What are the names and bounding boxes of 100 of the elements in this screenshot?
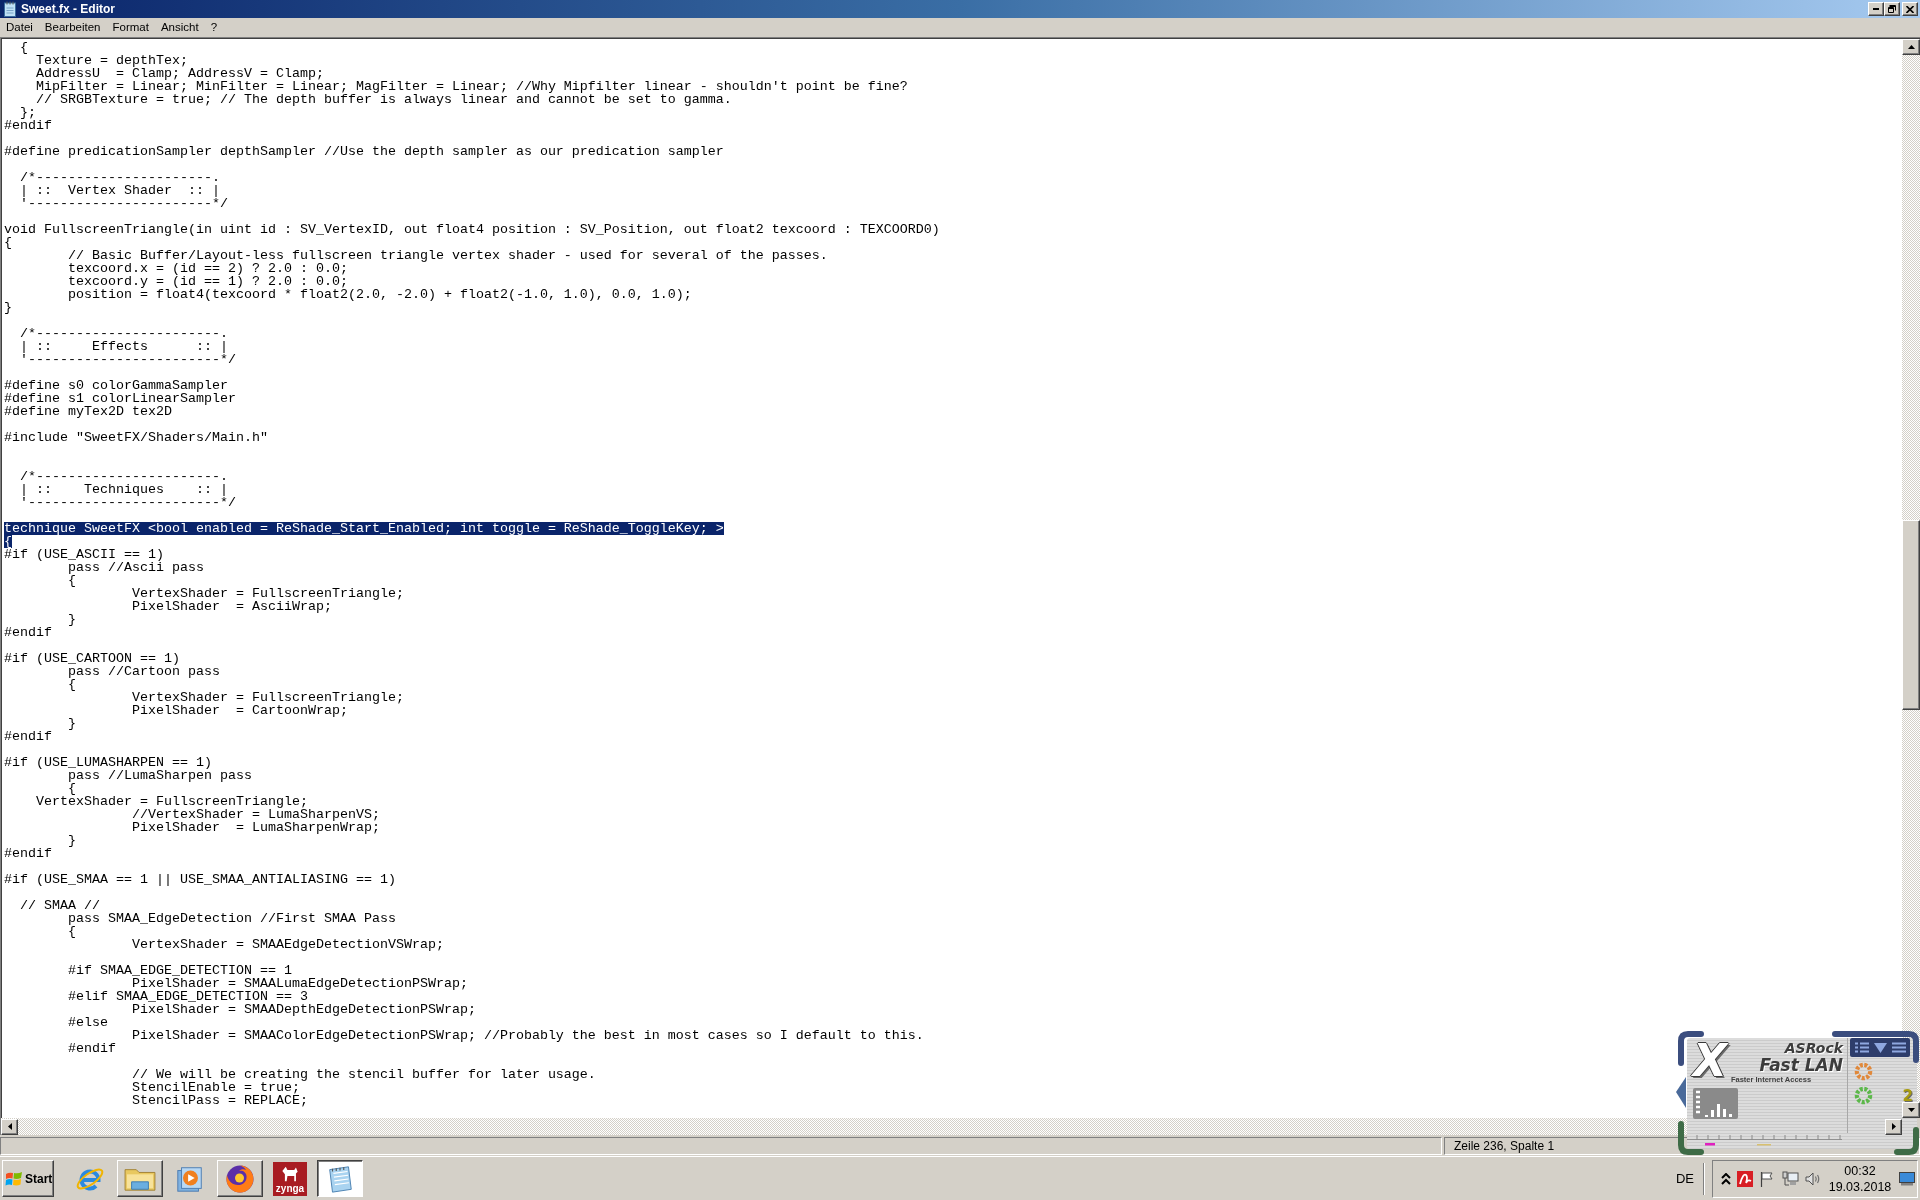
code-line: #if (USE_SMAA == 1 || USE_SMAA_ANTIALIASING == 1) bbox=[4, 873, 396, 886]
code-line: VertexShader = FullscreenTriangle; bbox=[35, 795, 308, 808]
code-line: #endif bbox=[4, 119, 52, 132]
minimize-button[interactable] bbox=[1868, 2, 1884, 16]
connection-count: 2 bbox=[1902, 1087, 1913, 1104]
start-button[interactable]: Start bbox=[2, 1160, 54, 1197]
code-line: PixelShader = SMAADepthEdgeDetectionPSWrap; bbox=[130, 1003, 476, 1016]
product-name: Fast LAN bbox=[1759, 1056, 1843, 1075]
speaker-icon[interactable] bbox=[1805, 1170, 1821, 1187]
scroll-thumb[interactable] bbox=[1902, 520, 1920, 710]
code-line: #define s0 colorGammaSampler bbox=[4, 379, 228, 392]
code-line: AddressU = Clamp; AddressV = Clamp; bbox=[35, 67, 324, 80]
code-line: pass //Cartoon pass bbox=[68, 665, 220, 678]
code-line: } bbox=[67, 717, 76, 730]
restore-icon bbox=[1888, 5, 1896, 13]
code-line: '------------------------*/ bbox=[19, 496, 236, 509]
code-line: #endif bbox=[4, 730, 52, 743]
code-line: { bbox=[67, 574, 76, 587]
code-line: // SRGBTexture = true; // The depth buffer is always linear and cannot be set to gamma. bbox=[35, 93, 732, 106]
code-line: StencilPass = REPLACE; bbox=[130, 1094, 308, 1107]
dashed-ring-icon bbox=[1854, 1086, 1873, 1105]
code-line: position = float4(texcoord * float2(2.0, -2.0) + float2(-1.0, 1.0), 0.0, 1.0); bbox=[67, 288, 692, 301]
code-line: } bbox=[4, 301, 12, 314]
vertical-scrollbar[interactable] bbox=[1902, 38, 1920, 1118]
code-line: /*-----------------------. bbox=[19, 470, 228, 483]
code-line: | :: Techniques :: | bbox=[19, 483, 228, 496]
scroll-down-button[interactable] bbox=[1902, 1102, 1920, 1118]
code-line: #endif bbox=[4, 847, 52, 860]
flag-icon[interactable] bbox=[1759, 1170, 1775, 1187]
network-icon[interactable] bbox=[1781, 1170, 1799, 1187]
brand-logo: ASRock bbox=[1784, 1040, 1843, 1056]
code-line: { bbox=[67, 678, 76, 691]
taskbar-button[interactable]: zynga bbox=[267, 1160, 313, 1197]
code-line: /*-----------------------. bbox=[19, 327, 228, 340]
swoosh-tile-icon[interactable] bbox=[1737, 1170, 1753, 1187]
code-line: { bbox=[4, 236, 12, 249]
code-line: { bbox=[19, 41, 28, 54]
code-line: pass //LumaSharpen pass bbox=[68, 769, 252, 782]
menu-item[interactable]: Datei bbox=[0, 19, 39, 36]
tile-label: zynga bbox=[275, 1182, 305, 1194]
restore-button[interactable] bbox=[1884, 2, 1900, 16]
code-line: VertexShader = FullscreenTriangle; bbox=[130, 587, 404, 600]
code-line: { bbox=[68, 782, 76, 795]
text-editor[interactable] bbox=[1, 38, 1902, 1118]
scroll-up-button[interactable] bbox=[1902, 39, 1920, 55]
bar-graph-icon bbox=[1693, 1088, 1738, 1119]
code-line: /*----------------------. bbox=[19, 171, 220, 184]
minimize-icon bbox=[1873, 8, 1879, 10]
code-line: #else bbox=[67, 1016, 108, 1029]
code-line: PixelShader = CartoonWrap; bbox=[130, 704, 348, 717]
monitor-icon[interactable] bbox=[1899, 1171, 1915, 1186]
code-line: { bbox=[67, 925, 76, 938]
code-line: #endif bbox=[4, 626, 52, 639]
code-line: PixelShader = LumaSharpenWrap; bbox=[130, 821, 380, 834]
code-line: PixelShader = AsciiWrap; bbox=[130, 600, 332, 613]
code-line: #include "SweetFX/Shaders/Main.h" bbox=[4, 431, 268, 444]
code-line: texcoord.y = (id == 1) ? 2.0 : 0.0; bbox=[67, 275, 348, 288]
code-line: #elif SMAA_EDGE_DETECTION == 3 bbox=[67, 990, 308, 1003]
window-title: Sweet.fx - Editor bbox=[21, 1, 115, 17]
code-line: | :: Vertex Shader :: | bbox=[19, 184, 220, 197]
code-line: #if (USE_CARTOON == 1) bbox=[4, 652, 180, 665]
triangle-up-icon bbox=[1907, 45, 1915, 49]
code-line: #define s1 colorLinearSampler bbox=[4, 392, 236, 405]
code-line: pass SMAA_EdgeDetection //First SMAA Pass bbox=[67, 912, 396, 925]
list-icon[interactable] bbox=[1854, 1042, 1869, 1053]
language-indicator[interactable]: DE bbox=[1675, 1171, 1694, 1186]
code-line: VertexShader = FullscreenTriangle; bbox=[130, 691, 404, 704]
dashed-ring-icon bbox=[1854, 1062, 1873, 1081]
code-line: '------------------------*/ bbox=[19, 353, 236, 366]
scroll-left-button[interactable] bbox=[1, 1118, 18, 1135]
code-line: #if (USE_LUMASHARPEN == 1) bbox=[4, 756, 212, 769]
code-line: // Basic Buffer/Layout-less fullscreen triangle vertex shader - used for several of the passes. bbox=[67, 249, 828, 262]
notepad-icon bbox=[2, 1, 18, 17]
triangle-left-icon bbox=[7, 1123, 12, 1130]
code-line: //VertexShader = LumaSharpenVS; bbox=[130, 808, 380, 821]
triangle-down-icon bbox=[1907, 1108, 1915, 1112]
triangle-down-icon[interactable] bbox=[1873, 1042, 1887, 1053]
code-line: Texture = depthTex; bbox=[35, 54, 188, 67]
code-line: }; bbox=[20, 106, 36, 119]
taskbar-button[interactable] bbox=[317, 1160, 363, 1197]
triangle-right-icon bbox=[1891, 1123, 1896, 1130]
code-line: // SMAA // bbox=[19, 899, 100, 912]
code-line: VertexShader = SMAAEdgeDetectionVSWrap; bbox=[130, 938, 444, 951]
close-button[interactable] bbox=[1902, 2, 1918, 16]
menu-item[interactable]: ? bbox=[204, 19, 224, 36]
clock-date: 19.03.2018 bbox=[1828, 1178, 1892, 1195]
code-line: MipFilter = Linear; MinFilter = Linear; MagFilter = Linear; //Why Mipfilter linear - shouldn't point be fine? bbox=[35, 80, 908, 93]
clock-time: 00:32 bbox=[1844, 1162, 1876, 1179]
code-line: // We will be creating the stencil buffer for later usage. bbox=[130, 1068, 596, 1081]
code-line: PixelShader = SMAALumaEdgeDetectionPSWrap; bbox=[130, 977, 468, 990]
chevron-up-icon[interactable] bbox=[1721, 1172, 1731, 1185]
menu-icon[interactable] bbox=[1891, 1042, 1906, 1053]
code-line: StencilEnable = true; bbox=[130, 1081, 300, 1094]
menu-item[interactable]: Format bbox=[106, 19, 155, 36]
menu-item[interactable]: Ansicht bbox=[154, 19, 205, 36]
code-line: #if (USE_ASCII == 1) bbox=[4, 548, 164, 561]
code-line: '-----------------------*/ bbox=[19, 197, 228, 210]
code-line: #if SMAA_EDGE_DETECTION == 1 bbox=[67, 964, 292, 977]
menu-item[interactable]: Bearbeiten bbox=[38, 19, 107, 36]
code-line: void FullscreenTriangle(in uint id : SV_VertexID, out float4 position : SV_Position, out float2 texcoord : TEXCOORD0) bbox=[4, 223, 940, 236]
